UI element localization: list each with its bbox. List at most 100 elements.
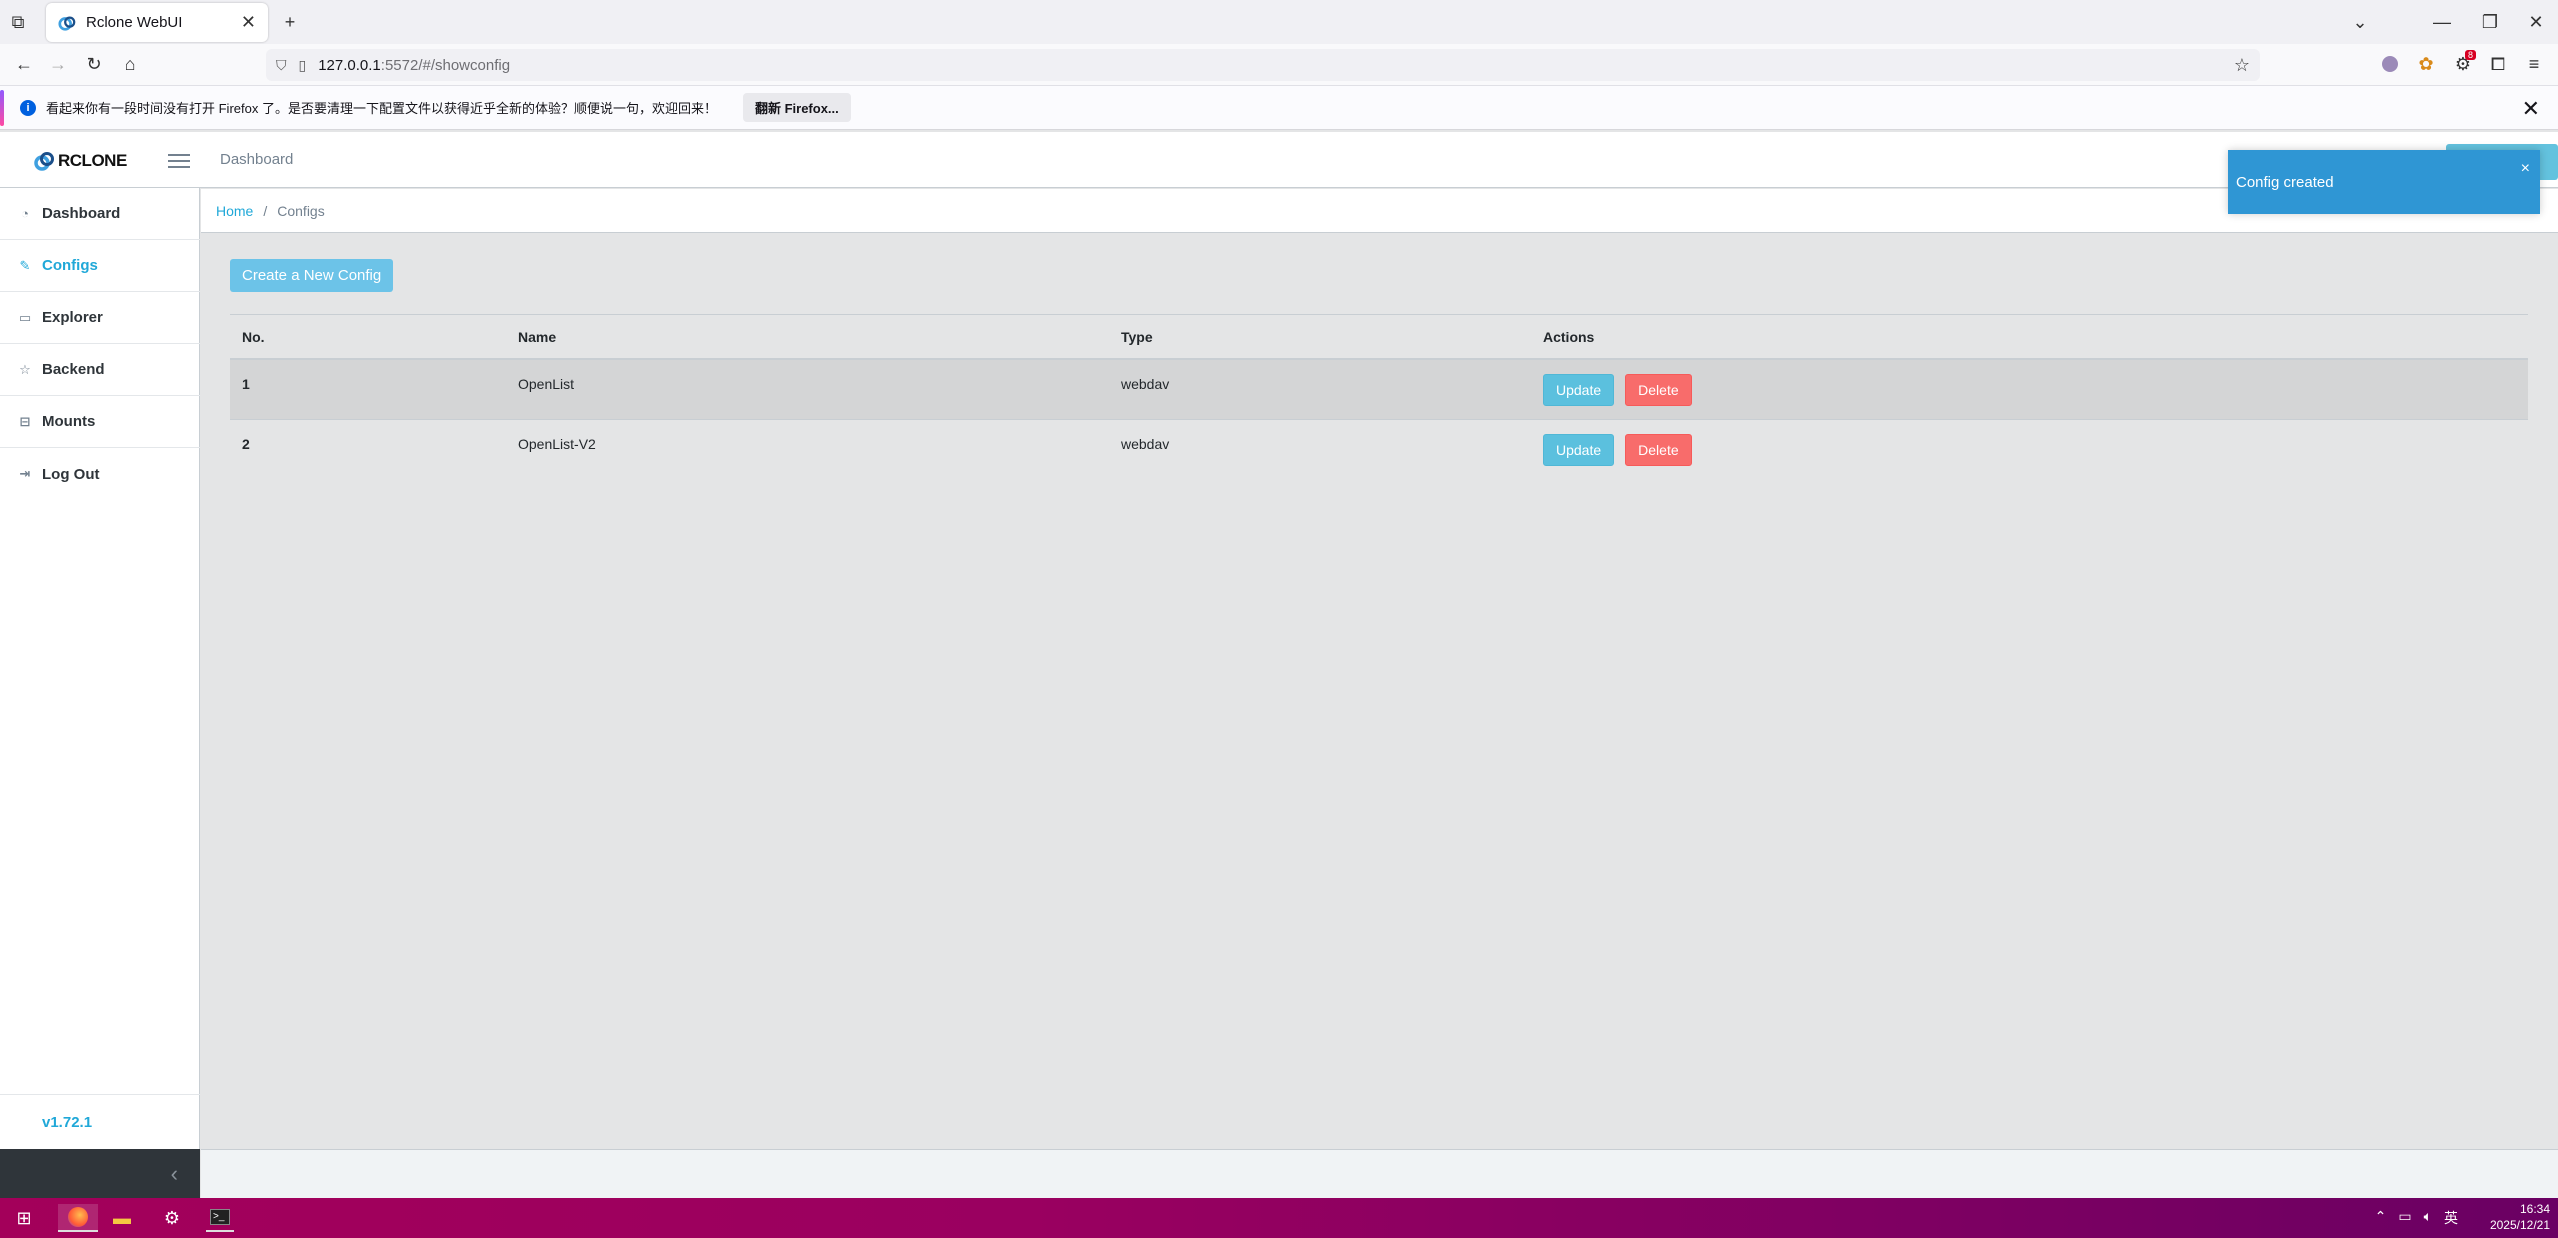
table-header: No. Name Type Actions — [230, 314, 2528, 360]
sidebar-item-logout[interactable]: ⇥ Log Out — [0, 448, 200, 500]
app-footer — [201, 1149, 2558, 1198]
notification-close-icon[interactable]: ✕ — [2522, 96, 2540, 122]
sidebar-divider — [0, 1094, 200, 1095]
chevron-left-icon: ‹ — [170, 1160, 178, 1186]
breadcrumb-home-link[interactable]: Home — [216, 203, 253, 219]
sidebar: ◔ Dashboard ✎ Configs ▭ Explorer ☆ Backe… — [0, 188, 200, 1149]
minimize-icon[interactable]: — — [2432, 12, 2452, 32]
toast-notification: Config created × — [2228, 150, 2540, 214]
header-dashboard-link[interactable]: Dashboard — [220, 151, 293, 168]
clock-date: 2025/12/21 — [2489, 1218, 2550, 1232]
delete-button[interactable]: Delete — [1625, 434, 1692, 466]
volume-icon[interactable]: 🔈︎ — [2424, 1208, 2432, 1228]
breadcrumb: Home / Configs — [201, 189, 2558, 233]
drive-icon: ⊟ — [19, 413, 31, 429]
profile-avatar-icon[interactable] — [2382, 56, 2398, 72]
windows-start-icon[interactable]: ⊞ — [10, 1204, 38, 1232]
table-row: 1 OpenList webdav Update Delete — [230, 360, 2528, 420]
breadcrumb-current: Configs — [277, 202, 325, 219]
forward-icon[interactable]: → — [48, 54, 68, 74]
breadcrumb-separator: / — [263, 202, 268, 219]
toast-message: Config created — [2236, 173, 2334, 191]
logo-text: RCLONE — [58, 151, 127, 170]
sidebar-toggle-hamburger-icon[interactable] — [168, 150, 190, 170]
windows-taskbar — [0, 1198, 2558, 1238]
star-icon: ☆ — [19, 361, 31, 377]
speedometer-icon: ◔ — [21, 206, 29, 221]
shield-icon[interactable]: ⛉ — [276, 57, 287, 74]
window-close-icon[interactable]: ✕ — [2526, 12, 2546, 32]
firefox-taskbar-icon[interactable] — [58, 1204, 98, 1232]
clock-time: 16:34 — [2519, 1202, 2550, 1216]
notification-text: 看起来你有一段时间没有打开 Firefox 了。是否要清理一下配置文件以获得近乎… — [46, 101, 717, 116]
version-label: v1.72.1 — [42, 1114, 93, 1131]
update-button[interactable]: Update — [1543, 374, 1615, 406]
file-explorer-icon[interactable]: ▬ — [108, 1204, 136, 1232]
refresh-firefox-button[interactable]: 翻新 Firefox... — [742, 93, 851, 122]
browser-tab-active[interactable]: Rclone WebUI ✕ — [46, 3, 268, 42]
rclone-logo-icon — [34, 152, 54, 171]
tab-list-icon[interactable]: ⧉ — [8, 12, 28, 32]
sidebar-item-label: Dashboard — [42, 205, 121, 222]
pencil-square-icon: ✎ — [19, 257, 31, 273]
sidebar-minimizer[interactable]: ‹ — [0, 1149, 200, 1198]
create-new-config-button[interactable]: Create a New Config — [230, 259, 394, 292]
extension-badge: 8 — [2464, 50, 2476, 60]
monitor-icon: ▭ — [18, 309, 32, 325]
delete-button[interactable]: Delete — [1625, 374, 1692, 406]
url-host: 127.0.0.1 — [318, 56, 381, 74]
url-bar[interactable]: ⛉ ▯ 127.0.0.1:5572/#/showconfig ☆ — [266, 49, 2260, 81]
sidebar-item-explorer[interactable]: ▭ Explorer — [0, 292, 200, 344]
row-number: 2 — [242, 436, 250, 452]
settings-gear-icon[interactable]: ⚙ — [158, 1204, 186, 1232]
logout-icon: ⇥ — [19, 466, 31, 481]
row-name: OpenList — [518, 376, 575, 392]
sidebar-item-label: Log Out — [42, 465, 100, 483]
tab-close-icon[interactable]: ✕ — [241, 12, 256, 33]
terminal-icon[interactable]: >_ — [206, 1204, 234, 1232]
home-icon[interactable]: ⌂ — [120, 54, 140, 74]
column-header-type: Type — [1121, 328, 1153, 345]
column-header-name: Name — [518, 328, 557, 345]
update-button[interactable]: Update — [1543, 434, 1615, 466]
sidebar-item-label: Explorer — [42, 309, 103, 326]
row-type: webdav — [1121, 376, 1170, 392]
row-type: webdav — [1121, 436, 1170, 452]
rclone-favicon-icon — [58, 15, 76, 31]
row-name: OpenList-V2 — [518, 436, 596, 452]
reload-icon[interactable]: ↻ — [84, 54, 104, 74]
puzzle-icon[interactable]: ⧠ — [2488, 54, 2508, 74]
menu-icon[interactable]: ≡ — [2524, 54, 2544, 74]
table-row: 2 OpenList-V2 webdav Update Delete — [230, 420, 2528, 480]
system-tray: ⌃ ▭ 🔈︎ 英 — [2375, 1208, 2458, 1228]
row-number: 1 — [242, 376, 250, 392]
ime-indicator[interactable]: 英 — [2444, 1208, 2458, 1228]
chevron-up-icon[interactable]: ⌃ — [2375, 1208, 2387, 1228]
toast-close-icon[interactable]: × — [2521, 160, 2530, 178]
sidebar-item-dashboard[interactable]: ◔ Dashboard — [0, 188, 200, 240]
chevron-down-icon[interactable]: ⌄ — [2350, 12, 2370, 32]
new-tab-icon[interactable]: + — [280, 12, 300, 32]
rclone-logo[interactable]: RCLONE — [32, 148, 127, 174]
browser-tab-bar — [0, 0, 2558, 44]
page-icon: ▯ — [298, 56, 307, 73]
restore-icon[interactable]: ❐ — [2480, 12, 2500, 32]
extension-icon[interactable]: ✿ — [2416, 54, 2436, 74]
app-header — [0, 132, 2558, 188]
sidebar-item-mounts[interactable]: ⊟ Mounts — [0, 396, 200, 448]
sidebar-item-label: Backend — [42, 361, 105, 378]
firefox-notification-bar: i 看起来你有一段时间没有打开 Firefox 了。是否要清理一下配置文件以获得… — [0, 86, 2558, 130]
column-header-actions: Actions — [1543, 328, 1595, 345]
sidebar-item-configs[interactable]: ✎ Configs — [0, 240, 200, 292]
sidebar-item-label: Configs — [42, 257, 98, 274]
info-icon: i — [20, 99, 36, 116]
configs-table: No. Name Type Actions 1 OpenList webdav … — [230, 314, 2528, 480]
bookmark-star-icon[interactable]: ☆ — [2234, 55, 2250, 76]
taskbar-clock[interactable]: 16:34 2025/12/21 — [2490, 1201, 2550, 1233]
sidebar-item-label: Mounts — [42, 413, 96, 430]
tab-title: Rclone WebUI — [86, 14, 183, 31]
back-icon[interactable]: ← — [14, 54, 34, 74]
sidebar-item-backend[interactable]: ☆ Backend — [0, 344, 200, 396]
network-icon[interactable]: ▭ — [2398, 1208, 2411, 1228]
extension-badge-icon[interactable]: ⚙ 8 — [2452, 50, 2476, 74]
